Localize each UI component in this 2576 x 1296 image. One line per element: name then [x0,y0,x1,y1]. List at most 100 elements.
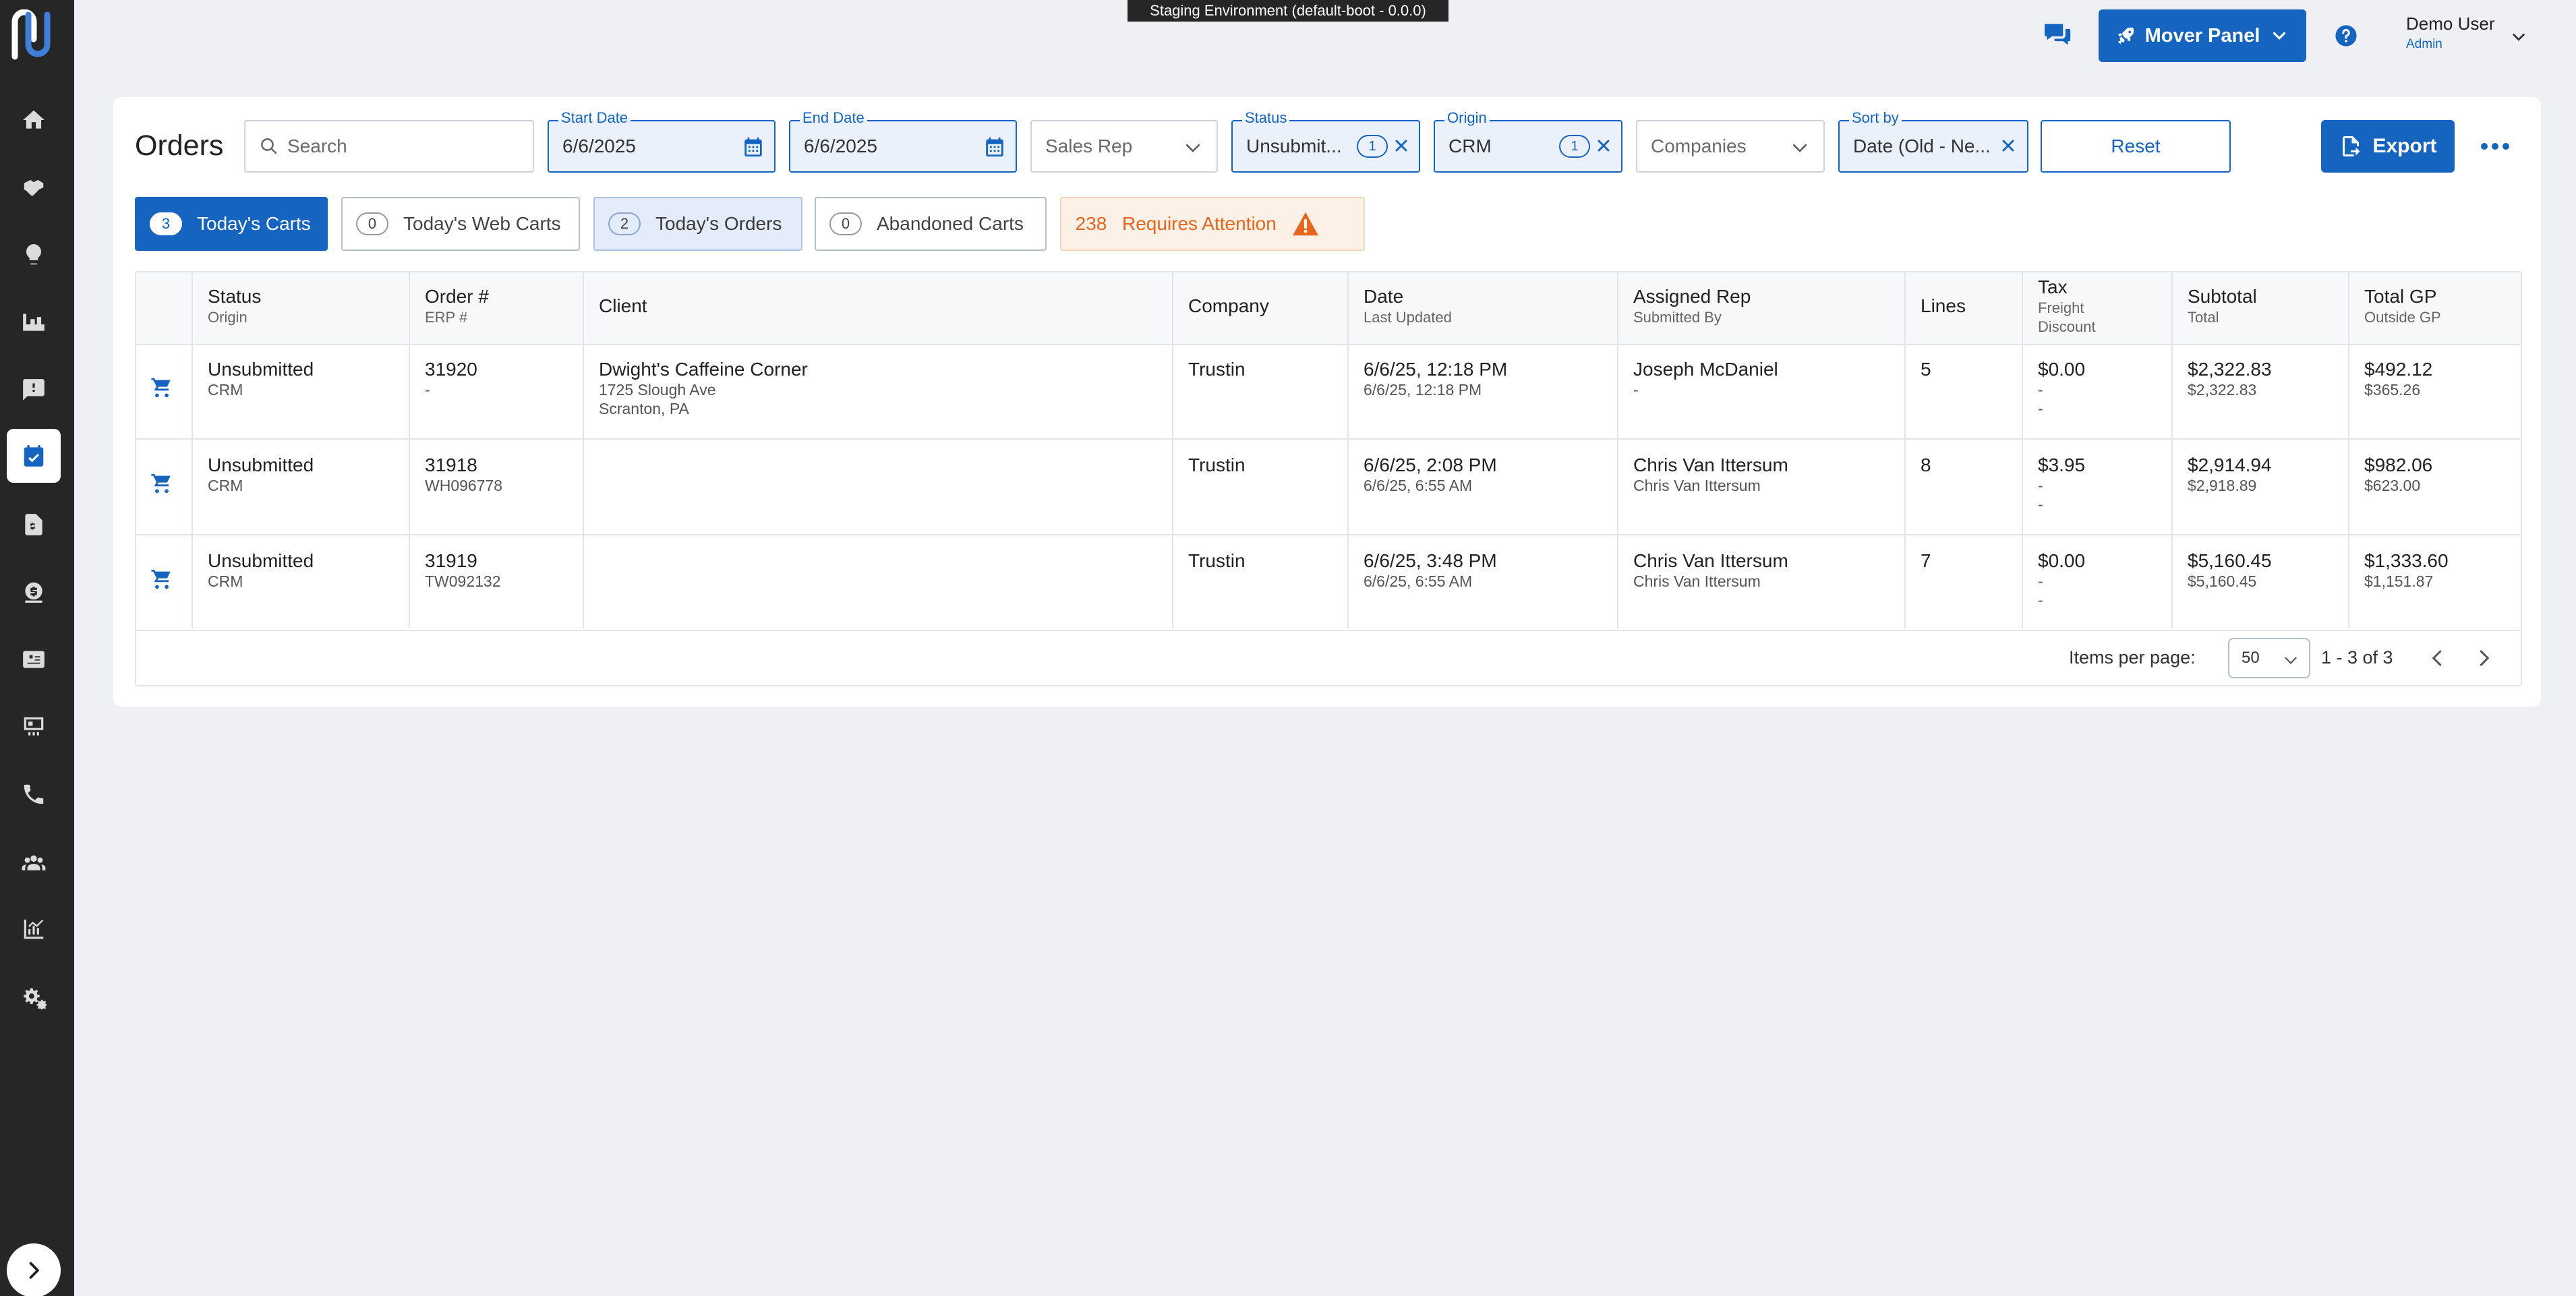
subtotal: $2,322.83 [2188,359,2272,380]
search-icon [261,138,277,154]
reset-button[interactable]: Reset [2041,120,2231,173]
tax: $3.95 [2038,454,2086,475]
total: $2,322.83 [2188,381,2257,399]
lines-count: 8 [1921,454,1931,475]
companies-select[interactable]: Companies [1636,120,1825,173]
expand-sidebar-button[interactable] [7,1243,61,1296]
header-order[interactable]: Order # ERP # [425,286,489,326]
header-total-gp[interactable]: Total GP Outside GP [2364,286,2441,326]
status-select[interactable]: Status Unsubmit... 1 [1231,109,1420,173]
environment-banner: Staging Environment (default-boot - 0.0.… [1128,0,1448,22]
chip-todays-web-carts[interactable]: 0 Today's Web Carts [341,197,580,251]
handshake-icon [24,179,44,196]
discount: - [2038,400,2043,417]
header-lines[interactable]: Lines [1921,295,1966,317]
sidebar-item-deals[interactable] [7,160,61,214]
people-icon [22,855,46,871]
header-client[interactable]: Client [599,295,647,317]
pagination: Items per page: 50 1 - 3 of 3 [136,628,2521,685]
calendar-icon[interactable] [742,135,765,159]
orders-table: Status Origin Order # ERP # Client Company… [135,271,2522,686]
help-button[interactable] [2335,24,2358,47]
sidebar-item-analytics[interactable] [7,902,61,956]
chip-todays-carts[interactable]: 3 Today's Carts [135,197,328,251]
chat-icon [2045,24,2071,45]
end-date-value: 6/6/2025 [804,136,877,156]
page-title: Orders [135,129,224,162]
items-per-page-select[interactable]: 50 [2228,638,2310,678]
last-updated: 6/6/25, 6:55 AM [1364,572,1473,590]
sidebar-item-calls[interactable] [7,767,61,821]
order-origin: CRM [208,477,243,494]
chip-label: Today's Web Carts [403,213,561,234]
search-input[interactable]: Search [244,120,534,173]
user-menu-chevron[interactable] [2509,27,2529,47]
chip-label: Requires Attention [1122,213,1277,234]
sort-by-select[interactable]: Sort by Date (Old - Ne... [1838,109,2028,173]
sidebar-item-contacts[interactable] [7,632,61,686]
order-origin: CRM [208,381,243,399]
sidebar-item-invoices[interactable] [7,498,61,552]
chat-button[interactable] [2043,22,2073,49]
order-date: 6/6/25, 3:48 PM [1364,550,1497,571]
chip-count: 2 [608,212,641,235]
sales-rep-select[interactable]: Sales Rep [1030,120,1218,173]
more-options-button[interactable] [2475,138,2515,155]
chevron-down-icon [2513,33,2525,41]
chip-requires-attention[interactable]: 238 Requires Attention [1060,197,1365,251]
header-tax[interactable]: Tax Freight Discount [2038,276,2096,336]
status-count-badge: 1 [1357,135,1388,158]
client-link[interactable]: Dwight's Caffeine Corner [599,359,808,380]
sidebar-item-settings[interactable] [7,970,61,1024]
next-page-icon[interactable] [2473,647,2494,669]
clear-origin-icon[interactable] [1596,138,1612,154]
table-row[interactable]: Unsubmitted CRM 31918 WH096778 Trustin 6/6… [136,441,2521,535]
sidebar-item-leads[interactable] [7,228,61,282]
clear-status-icon[interactable] [1393,138,1409,154]
assigned-rep: Chris Van Ittersum [1633,454,1788,475]
sidebar-item-dashboard[interactable] [7,700,61,754]
end-date-label: End Date [800,109,867,127]
sidebar-item-warehouse[interactable] [7,295,61,349]
chip-abandoned-carts[interactable]: 0 Abandoned Carts [815,197,1047,251]
sidebar-item-home[interactable] [7,93,61,147]
header-status[interactable]: Status Origin [208,286,261,326]
calendar-icon[interactable] [983,135,1006,159]
clear-sort-icon[interactable] [2000,138,2016,154]
items-per-page-value: 50 [2242,649,2260,667]
order-status: Unsubmitted [208,454,314,475]
origin-count-badge: 1 [1559,135,1590,158]
order-number-link[interactable]: 31919 [425,550,501,572]
chip-todays-orders[interactable]: 2 Today's Orders [593,197,802,251]
table-row[interactable]: Unsubmitted CRM 31920- Dwight's Caffeine … [136,345,2521,440]
table-row[interactable]: Unsubmitted CRM 31919 TW092132 Trustin 6/6… [136,537,2521,631]
total: $5,160.45 [2188,572,2257,590]
header-subtotal[interactable]: Subtotal Total [2188,286,2257,326]
mover-panel-button[interactable]: Mover Panel [2099,9,2306,62]
order-date: 6/6/25, 2:08 PM [1364,454,1497,475]
end-date-field[interactable]: End Date 6/6/2025 [789,109,1017,173]
export-button[interactable]: Export [2321,120,2455,173]
origin-select[interactable]: Origin CRM 1 [1434,109,1622,173]
chevron-right-icon [29,1262,39,1279]
sidebar-item-team[interactable] [7,835,61,889]
order-number-link[interactable]: 31920 [425,359,477,380]
items-per-page-label: Items per page: [2069,647,2196,668]
order-number-link[interactable]: 31918 [425,454,502,476]
sidebar-item-feedback[interactable] [7,363,61,417]
app-logo[interactable] [9,9,53,61]
header-assigned-rep[interactable]: Assigned Rep Submitted By [1633,286,1751,326]
table-header [136,272,2521,345]
start-date-field[interactable]: Start Date 6/6/2025 [548,109,775,173]
sort-by-label: Sort by [1849,109,1902,127]
order-status: Unsubmitted [208,550,314,571]
previous-page-icon[interactable] [2428,647,2448,669]
company: Trustin [1188,359,1246,380]
chip-count: 238 [1075,213,1107,234]
analytics-icon [24,919,44,939]
header-company[interactable]: Company [1188,295,1269,317]
sidebar-item-payments[interactable] [7,565,61,619]
header-date[interactable]: Date Last Updated [1364,286,1452,326]
chip-label: Abandoned Carts [877,213,1024,234]
sidebar-item-orders[interactable] [7,429,61,483]
